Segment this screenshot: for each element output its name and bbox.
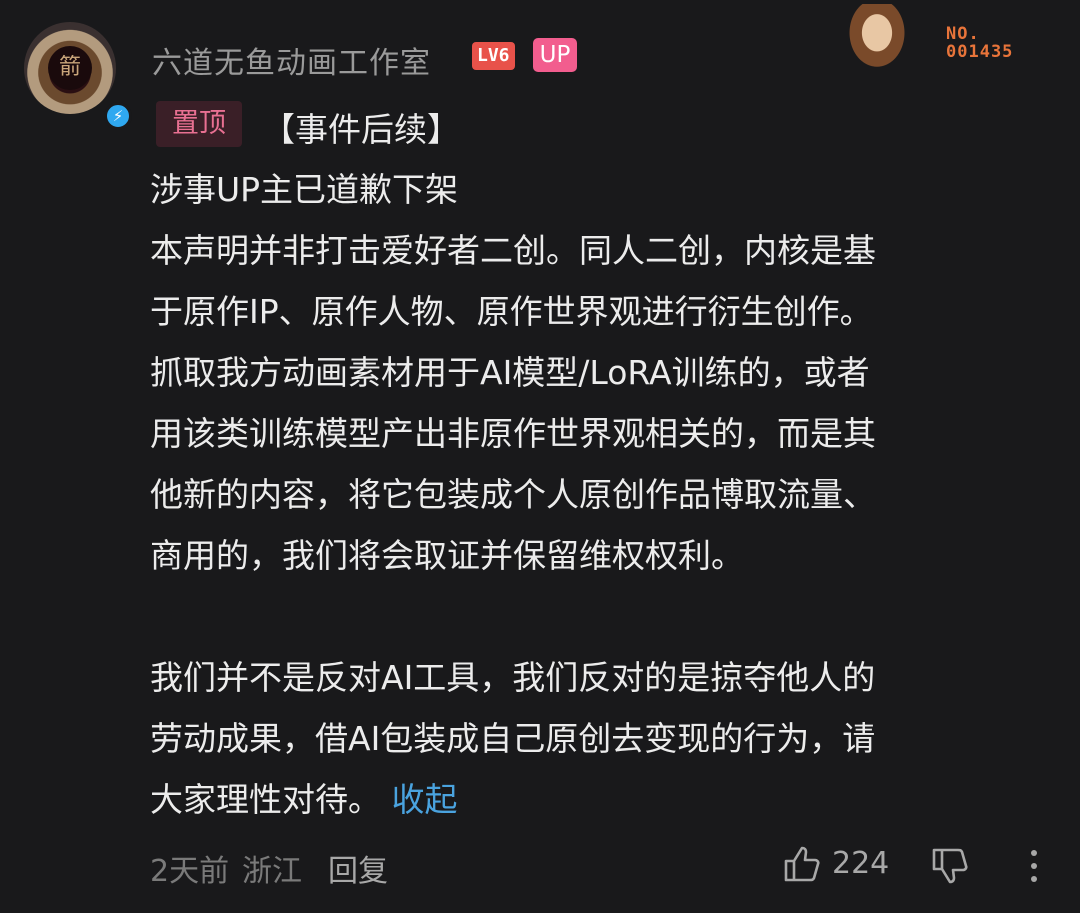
comment-line: 涉事UP主已道歉下架 (150, 170, 459, 209)
comment-line: 【事件后续】 (262, 110, 460, 149)
comment-line: 抓取我方动画素材用于AI模型/LoRA训练的，或者 (150, 353, 870, 392)
pinned-badge: 置顶 (156, 101, 242, 147)
comment-line: 于原作IP、原作人物、原作世界观进行衍生创作。 (150, 292, 873, 331)
collapse-link[interactable]: 收起 (392, 780, 458, 819)
author-avatar[interactable]: 箭 ⚡ (24, 22, 132, 130)
comment-line: 本声明并非打击爱好者二创。同人二创，内核是基 (150, 231, 876, 270)
decoration-number: NO. 001435 (946, 25, 1013, 61)
thumbs-up-icon[interactable] (782, 844, 822, 884)
comment-location: 浙江 (242, 854, 302, 889)
comment-line: 商用的，我们将会取证并保留维权权利。 (150, 536, 744, 575)
up-badge: UP (533, 38, 577, 72)
comment-line: 用该类训练模型产出非原作世界观相关的，而是其 (150, 414, 876, 453)
decoration-label: NO. (946, 24, 980, 44)
more-vertical-icon[interactable] (1022, 848, 1046, 884)
comment-last-line: 大家理性对待。 收起 (150, 773, 1040, 821)
thumbs-down-icon[interactable] (930, 846, 970, 886)
author-name[interactable]: 六道无鱼动画工作室 (152, 38, 431, 82)
comment-line: 我们并不是反对AI工具，我们反对的是掠夺他人的 (150, 658, 876, 697)
decoration-character-icon (842, 4, 912, 76)
level-badge: LV6 (472, 42, 515, 70)
verified-icon: ⚡ (104, 102, 132, 130)
like-count: 224 (832, 846, 890, 881)
comment-time: 2天前 (150, 854, 230, 889)
decoration-value: 001435 (946, 42, 1014, 62)
comment-line: 他新的内容，将它包装成个人原创作品博取流量、 (150, 475, 876, 514)
avatar-emblem: 箭 (48, 46, 92, 90)
comment-line: 劳动成果，借AI包装成自己原创去变现的行为，请 (150, 719, 876, 758)
comment-line: 大家理性对待。 (150, 780, 381, 819)
reply-button[interactable]: 回复 (328, 846, 388, 890)
